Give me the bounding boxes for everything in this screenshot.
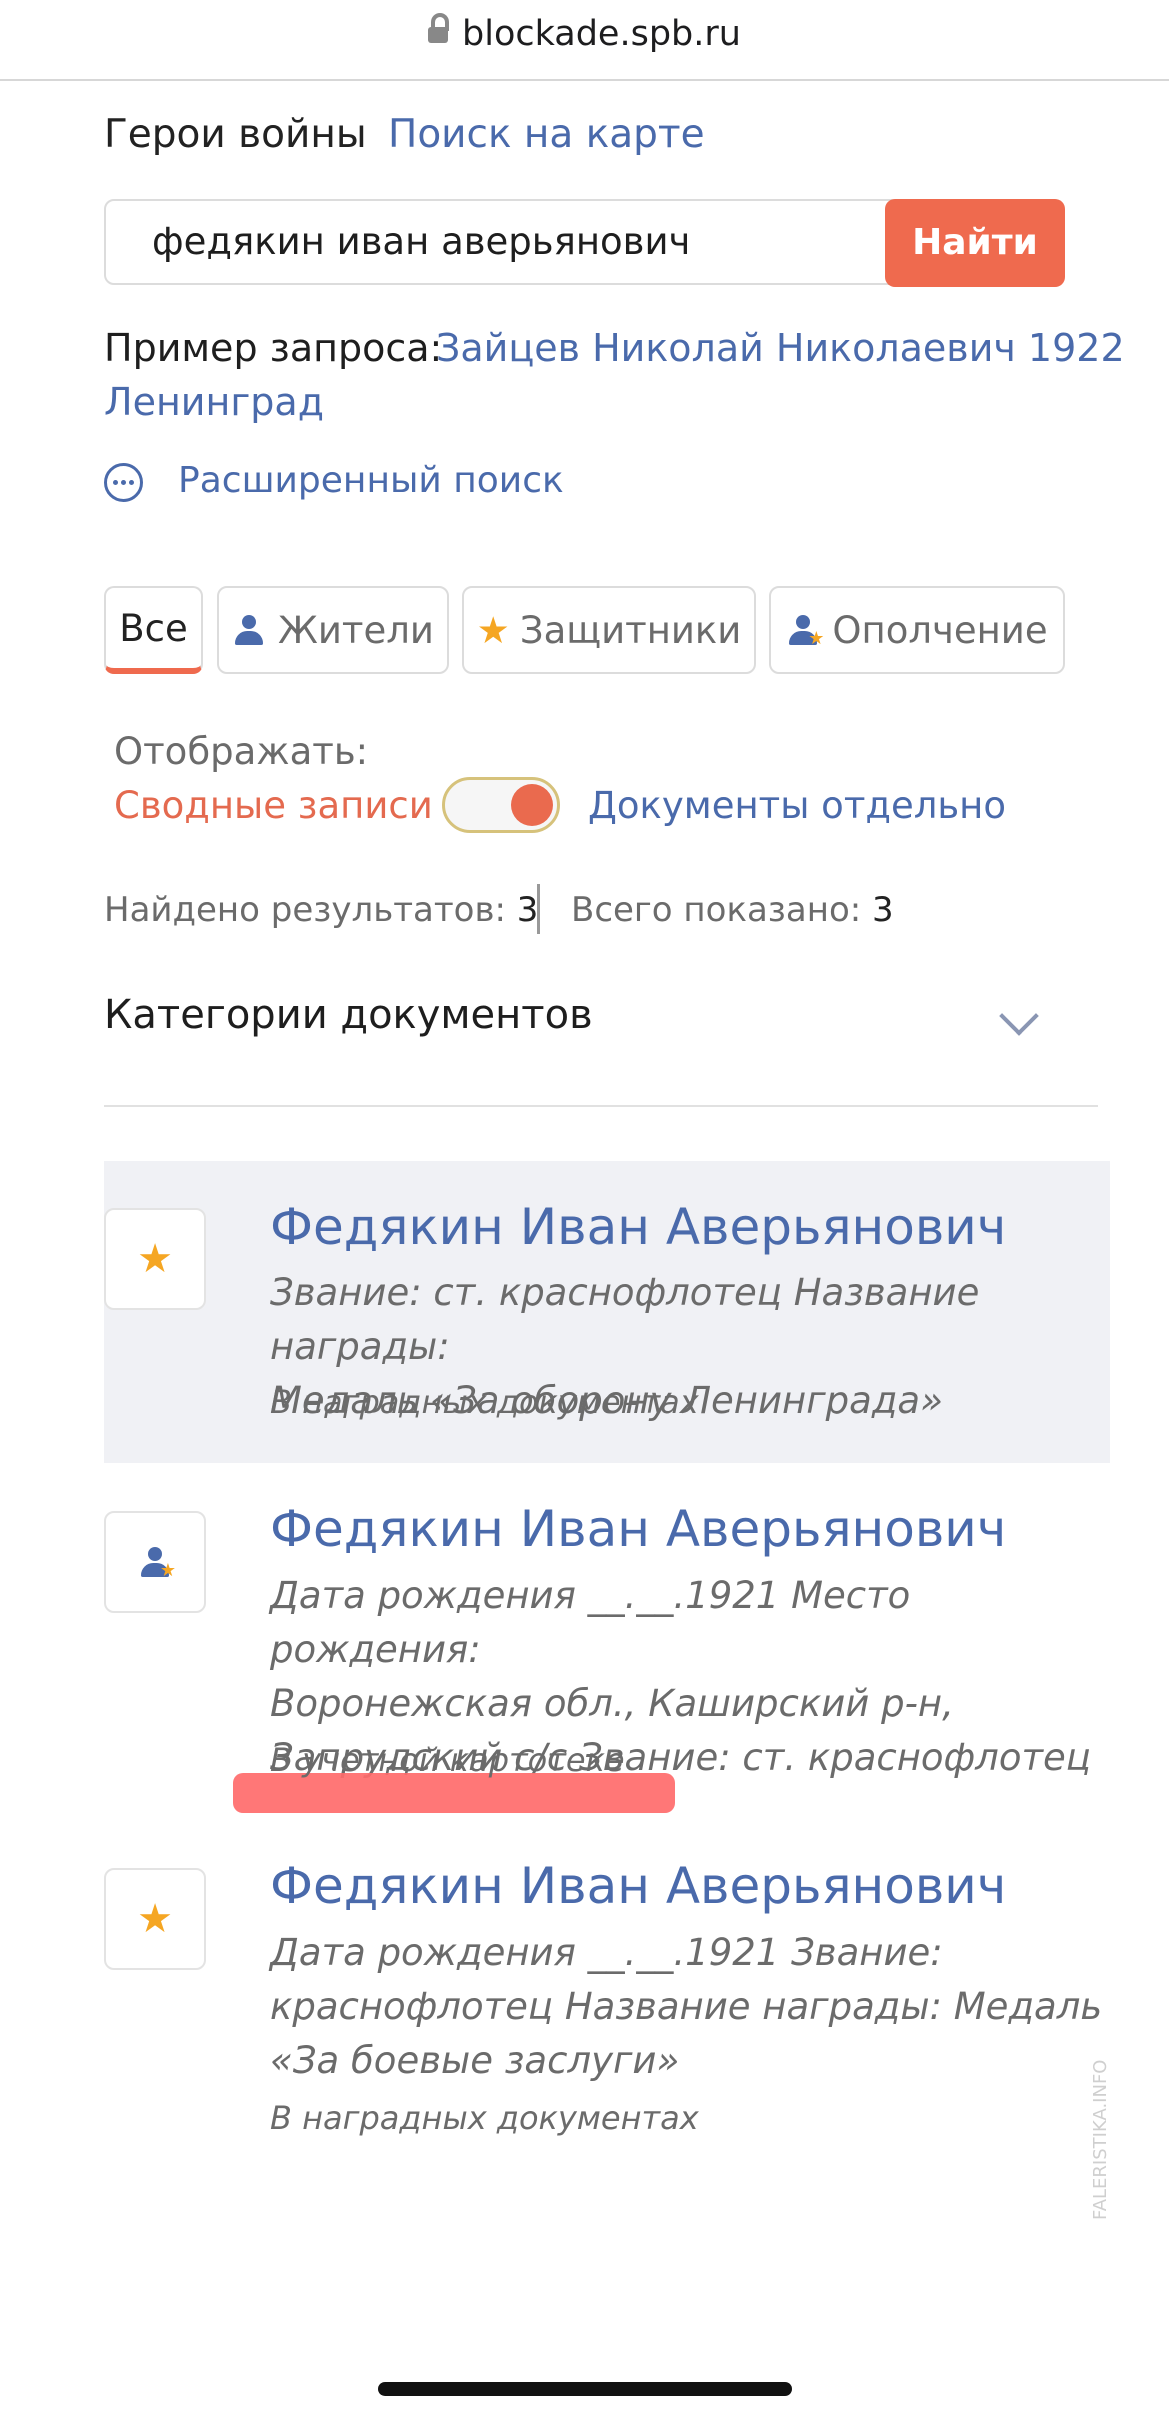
result-title[interactable]: Федякин Иван Аверьянович — [270, 1500, 1006, 1558]
result-description-line: Звание: ст. краснофлотец Название наград… — [270, 1271, 980, 1368]
dot — [129, 480, 134, 485]
dot — [113, 480, 118, 485]
results-found-label: Найдено результатов: — [104, 890, 506, 930]
result-description-line: Воронежская обл., Каширский р-н, — [270, 1682, 954, 1725]
red-highlight-marker — [233, 1773, 675, 1813]
document-categories-toggle[interactable]: Категории документов — [104, 992, 593, 1038]
person-star-icon: ★ — [104, 1511, 206, 1613]
stats-divider — [537, 884, 540, 934]
star-icon: ★ — [104, 1208, 206, 1310]
toggle-knob — [511, 784, 553, 826]
result-source: В наградных документах — [270, 2099, 699, 2137]
nav-map-search[interactable]: Поиск на карте — [388, 112, 705, 157]
tab-all[interactable]: Все — [104, 586, 203, 674]
star-icon: ★ — [104, 1868, 206, 1970]
search-button[interactable]: Найти — [885, 199, 1065, 287]
watermark: FALERISTIKA.INFO — [1090, 2059, 1111, 2220]
summary-records-option[interactable]: Сводные записи — [114, 784, 433, 827]
person-icon — [232, 613, 266, 647]
result-description-line: краснофлотец Название награды: Медаль — [270, 1985, 1103, 2028]
example-link-continued[interactable]: Ленинград — [104, 380, 324, 424]
display-mode-toggle[interactable] — [442, 777, 560, 833]
tab-militia-label: Ополчение — [832, 608, 1048, 652]
result-source: В учетной картотеке — [270, 1741, 625, 1779]
result-title[interactable]: Федякин Иван Аверьянович — [270, 1857, 1006, 1915]
example-label: Пример запроса: — [104, 326, 443, 370]
more-options-icon[interactable] — [104, 463, 143, 502]
dot — [121, 480, 126, 485]
section-divider — [104, 1105, 1098, 1107]
tab-defenders-label: Защитники — [519, 608, 742, 652]
result-description: Дата рождения __.__.1921 Звание: красноф… — [270, 1926, 1110, 2088]
advanced-search-link[interactable]: Расширенный поиск — [178, 460, 564, 501]
tab-residents[interactable]: Жители — [217, 586, 449, 674]
browser-url[interactable]: blockade.spb.ru — [0, 13, 1169, 54]
tab-defenders[interactable]: ★ Защитники — [462, 586, 756, 674]
search-input-value[interactable]: федякин иван аверьянович — [152, 220, 690, 263]
separate-documents-option[interactable]: Документы отдельно — [588, 784, 1006, 827]
result-source: В наградных документах — [270, 1383, 699, 1421]
person-star-icon: ★ — [786, 613, 824, 649]
results-found-value: 3 — [516, 890, 539, 930]
results-found: Найдено результатов: 3 — [104, 890, 538, 930]
example-link[interactable]: Зайцев Николай Николаевич 1922 — [436, 326, 1125, 370]
result-description-line: Дата рождения __.__.1921 Место рождения: — [270, 1574, 911, 1671]
home-indicator[interactable] — [378, 2382, 792, 2396]
tab-all-label: Все — [119, 606, 188, 650]
result-title[interactable]: Федякин Иван Аверьянович — [270, 1198, 1006, 1256]
results-shown: Всего показано: 3 — [571, 890, 894, 930]
results-shown-value: 3 — [872, 890, 894, 930]
star-icon: ★ — [476, 608, 510, 652]
results-shown-label: Всего показано: — [571, 890, 862, 930]
display-label: Отображать: — [114, 730, 369, 773]
url-text: blockade.spb.ru — [462, 14, 741, 54]
result-description-line: «За боевые заслуги» — [270, 2039, 680, 2082]
person-icon: ★ — [138, 1545, 176, 1581]
chevron-down-icon[interactable] — [999, 996, 1039, 1036]
tab-militia[interactable]: ★ Ополчение — [769, 586, 1065, 674]
lock-icon — [428, 13, 450, 43]
tab-residents-label: Жители — [278, 608, 434, 652]
result-description-line: Дата рождения __.__.1921 Звание: — [270, 1931, 943, 1974]
nav-heroes[interactable]: Герои войны — [104, 112, 367, 157]
